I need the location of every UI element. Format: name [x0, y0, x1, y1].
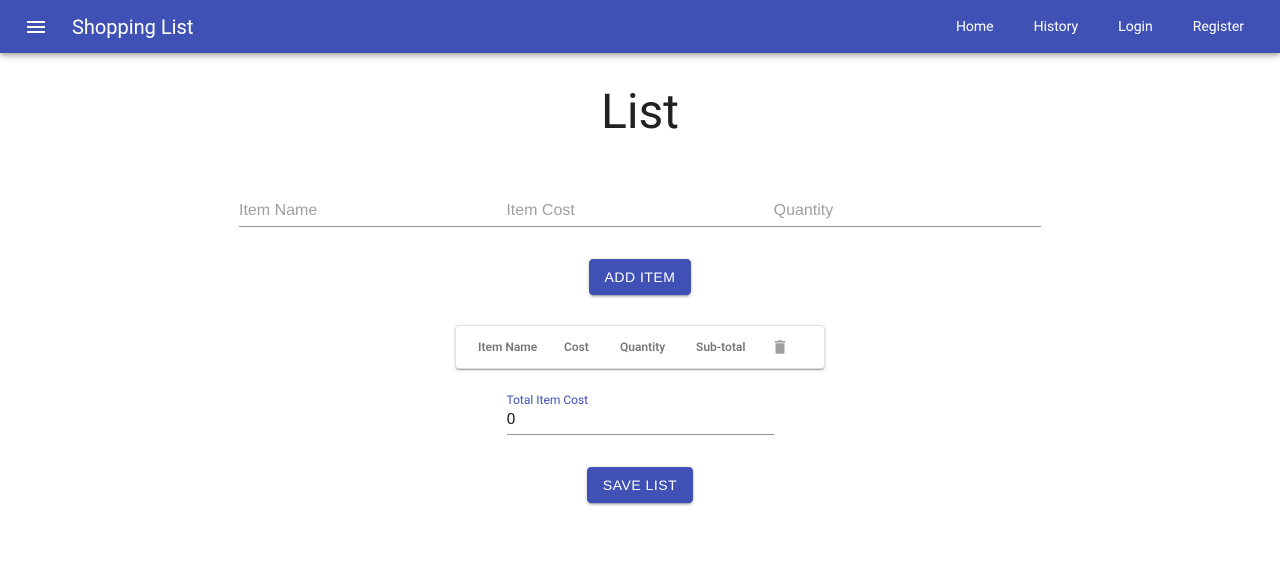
menu-icon[interactable]	[16, 7, 56, 47]
th-cost: Cost	[564, 340, 620, 354]
item-name-input[interactable]	[239, 196, 506, 227]
item-cost-field	[506, 196, 773, 227]
total-field: Total Item Cost 0	[507, 393, 774, 435]
input-row	[239, 196, 1041, 227]
page-title: List	[601, 83, 679, 140]
nav-login[interactable]: Login	[1098, 19, 1173, 35]
item-name-field	[239, 196, 506, 227]
total-value: 0	[507, 409, 774, 435]
main-content: List Add Item Item Name Cost Quantity Su…	[0, 53, 1280, 503]
table-header-row: Item Name Cost Quantity Sub-total	[456, 326, 824, 368]
add-item-button[interactable]: Add Item	[589, 259, 692, 295]
total-label: Total Item Cost	[507, 393, 774, 407]
quantity-field	[774, 196, 1041, 227]
nav-home[interactable]: Home	[936, 19, 1014, 35]
item-cost-input[interactable]	[506, 196, 773, 227]
items-table: Item Name Cost Quantity Sub-total	[455, 325, 825, 369]
app-toolbar: Shopping List Home History Login Registe…	[0, 0, 1280, 53]
nav-register[interactable]: Register	[1173, 19, 1264, 35]
nav-history[interactable]: History	[1014, 19, 1099, 35]
th-item-name: Item Name	[478, 340, 564, 354]
quantity-input[interactable]	[774, 196, 1041, 227]
th-quantity: Quantity	[620, 340, 696, 354]
th-sub-total: Sub-total	[696, 340, 768, 354]
save-list-button[interactable]: Save List	[587, 467, 693, 503]
brand-title: Shopping List	[72, 15, 193, 39]
trash-icon	[768, 338, 792, 356]
